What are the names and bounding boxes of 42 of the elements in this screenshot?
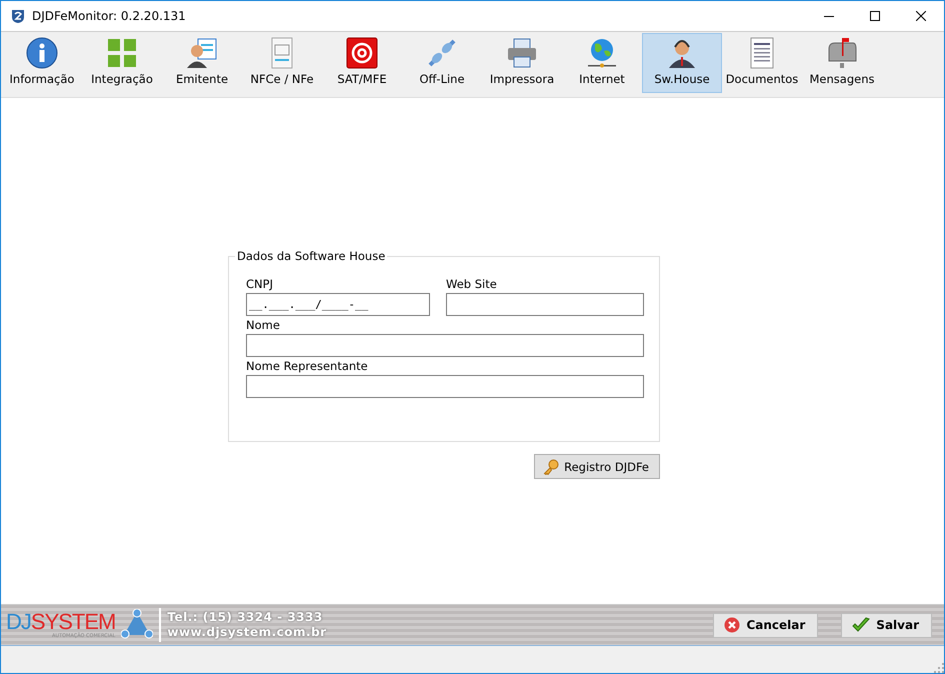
toolbar-tab[interactable]: Documentos [722,33,802,93]
phone-text: Tel.: (15) 3324 - 3333 [167,610,324,625]
toolbar-tab[interactable]: Off-Line [402,33,482,93]
cancel-icon [724,617,740,633]
input-field[interactable] [446,293,644,316]
headset-person-icon [666,37,698,69]
info-icon [26,37,58,69]
window-title: DJDFeMonitor: 0.2.20.131 [32,9,187,23]
website-text: www.djsystem.com.br [167,625,327,640]
toolbar-tab[interactable]: Emitente [162,33,242,93]
cancel-button[interactable]: Cancelar [713,612,818,638]
mailbox-icon [826,37,858,69]
logo-text: DJSYSTEM [6,611,116,633]
checkmark-icon [852,617,870,633]
close-icon [916,11,926,21]
maximize-icon [870,11,880,21]
globe-icon [586,37,618,69]
toolbar-tab[interactable]: NFCe / NFe [242,33,322,93]
key-icon [543,458,560,474]
plug-icon [426,37,458,69]
toolbar-tab[interactable]: Informação [2,33,82,93]
resize-grip-icon [934,663,944,673]
register-button[interactable]: Registro DJDFe [534,454,660,479]
toolbar-tab[interactable]: Impressora [482,33,562,93]
input-field[interactable] [246,334,644,357]
group-title: Dados da Software House [235,249,388,263]
toolbar-tab[interactable]: Integração [82,33,162,93]
toolbar-tab[interactable]: SAT/MFE [322,33,402,93]
input-field[interactable]: __.___.___/____-__ [246,293,430,316]
field-label: Nome Representante [246,359,369,373]
input-field[interactable] [246,375,644,398]
toolbar-tab[interactable]: Internet [562,33,642,93]
shield-icon [10,8,26,24]
printer-icon [506,37,538,69]
logo-icon [121,609,154,641]
toolbar-tab[interactable]: Mensagens [802,33,882,93]
field-label: Nome [246,318,281,332]
save-button[interactable]: Salvar [841,612,932,638]
toolbar-tab[interactable]: Sw.House [642,33,722,93]
field-label: CNPJ [246,277,274,291]
person-card-icon [186,37,218,69]
field-label: Web Site [446,277,498,291]
